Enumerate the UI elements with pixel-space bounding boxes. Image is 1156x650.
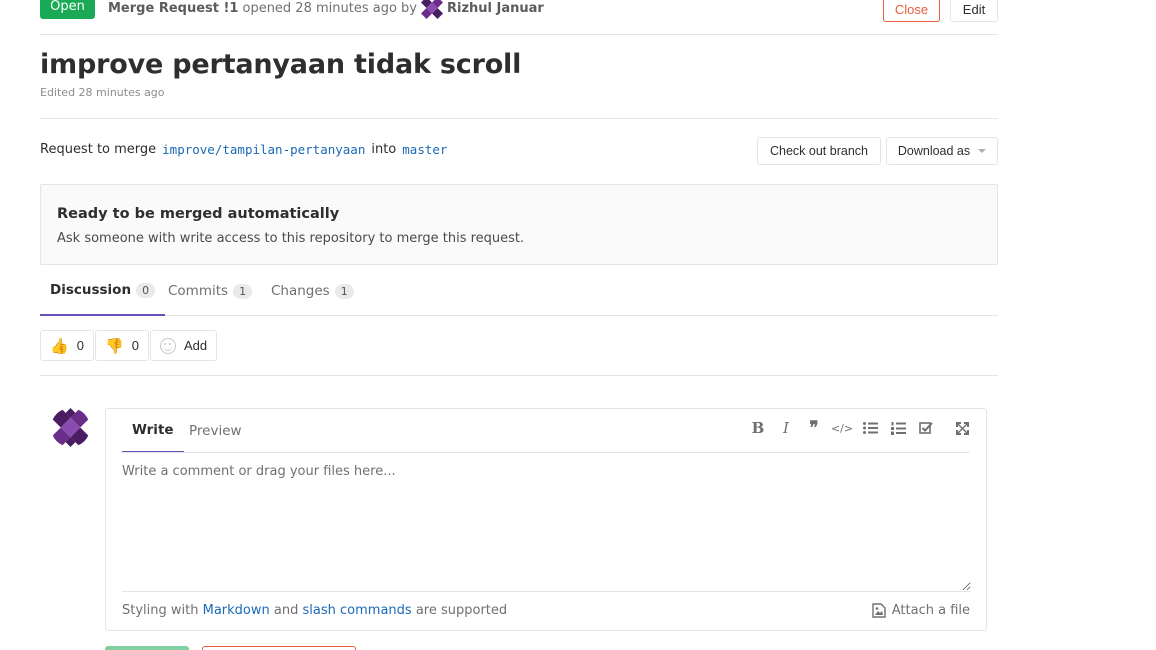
mr-reference: Merge Request !1 bbox=[108, 0, 239, 16]
tab-label: Discussion bbox=[50, 282, 132, 298]
quote-icon[interactable]: ❞ bbox=[806, 418, 822, 438]
author-name[interactable]: Rizhul Januar bbox=[447, 1, 544, 16]
comment-textarea[interactable] bbox=[122, 453, 971, 592]
into-text: into bbox=[371, 142, 397, 157]
chevron-down-icon bbox=[978, 149, 987, 153]
attach-file-button[interactable]: Attach a file bbox=[872, 603, 970, 618]
thumbs-up-award-button[interactable]: 👍 0 bbox=[40, 330, 94, 361]
page-title: improve pertanyaan tidak scroll bbox=[40, 49, 522, 80]
numbered-list-icon[interactable] bbox=[890, 419, 906, 437]
tab-count-badge: 1 bbox=[233, 283, 253, 299]
merge-widget: Ready to be merged automatically Ask som… bbox=[40, 184, 998, 265]
preview-tab[interactable]: Preview bbox=[189, 409, 242, 453]
edit-mr-button[interactable]: Edit bbox=[950, 0, 998, 22]
edited-timestamp: Edited 28 minutes ago bbox=[40, 86, 165, 99]
close-merge-request-button[interactable] bbox=[202, 646, 356, 650]
check-out-branch-button[interactable]: Check out branch bbox=[757, 137, 881, 165]
thumbs-down-count: 0 bbox=[131, 338, 139, 353]
code-icon[interactable]: </> bbox=[831, 419, 853, 437]
task-list-icon[interactable] bbox=[918, 419, 934, 437]
thumbs-down-award-button[interactable]: 👎 0 bbox=[95, 330, 149, 361]
write-tab[interactable]: Write bbox=[122, 409, 184, 453]
opened-text: opened 28 minutes ago by bbox=[242, 0, 417, 16]
comment-form: Write Preview B I ❞ </> Styling with Mar… bbox=[105, 408, 987, 631]
image-icon bbox=[872, 603, 886, 618]
status-badge: Open bbox=[40, 0, 95, 19]
thumbs-up-count: 0 bbox=[76, 338, 84, 353]
request-prefix: Request to merge bbox=[40, 142, 157, 157]
divider bbox=[40, 375, 998, 376]
tab-count-badge: 0 bbox=[136, 282, 156, 298]
thumbs-up-icon: 👍 bbox=[50, 337, 69, 355]
download-as-dropdown[interactable]: Download as bbox=[886, 137, 998, 165]
footer-prefix: Styling with bbox=[122, 603, 199, 618]
mr-tabs: Discussion 0 Commits 1 Changes 1 bbox=[40, 266, 998, 316]
merge-status-title: Ready to be merged automatically bbox=[57, 206, 340, 222]
merge-status-description: Ask someone with write access to this re… bbox=[57, 231, 525, 246]
bold-icon[interactable]: B bbox=[750, 419, 766, 437]
markdown-toolbar: B I ❞ </> bbox=[750, 418, 970, 438]
tab-changes[interactable]: Changes 1 bbox=[261, 266, 364, 316]
tab-commits[interactable]: Commits 1 bbox=[158, 266, 262, 316]
thumbs-down-icon: 👎 bbox=[105, 337, 124, 355]
italic-icon[interactable]: I bbox=[778, 419, 794, 437]
close-mr-button[interactable]: Close bbox=[883, 0, 940, 22]
footer-and: and bbox=[273, 603, 299, 618]
slash-commands-link[interactable]: slash commands bbox=[303, 603, 412, 618]
mr-header-info: Merge Request !1 opened 28 minutes ago b… bbox=[108, 0, 544, 19]
fullscreen-icon[interactable] bbox=[954, 419, 970, 437]
attach-label: Attach a file bbox=[891, 603, 970, 618]
tab-discussion[interactable]: Discussion 0 bbox=[40, 266, 166, 316]
download-label: Download as bbox=[897, 144, 971, 158]
markdown-link[interactable]: Markdown bbox=[203, 603, 270, 618]
add-emoji-label: Add bbox=[184, 338, 208, 353]
tab-label: Commits bbox=[168, 283, 229, 299]
add-emoji-button[interactable]: Add bbox=[150, 330, 218, 361]
author-avatar[interactable] bbox=[421, 0, 443, 19]
comment-submit-button[interactable] bbox=[105, 646, 189, 650]
current-user-avatar[interactable] bbox=[51, 408, 90, 447]
footer-suffix: are supported bbox=[415, 603, 508, 618]
source-branch-link[interactable]: improve/tampilan-pertanyaan bbox=[162, 142, 365, 157]
merge-request-branches: Request to merge improve/tampilan-pertan… bbox=[40, 142, 447, 157]
markdown-help-text: Styling with Markdown and slash commands… bbox=[122, 603, 507, 618]
smiley-icon bbox=[160, 337, 176, 354]
tab-label: Changes bbox=[271, 283, 330, 299]
tab-count-badge: 1 bbox=[334, 283, 354, 299]
divider bbox=[40, 118, 998, 119]
divider bbox=[40, 34, 998, 35]
target-branch-link[interactable]: master bbox=[402, 142, 447, 157]
bullet-list-icon[interactable] bbox=[862, 419, 878, 437]
